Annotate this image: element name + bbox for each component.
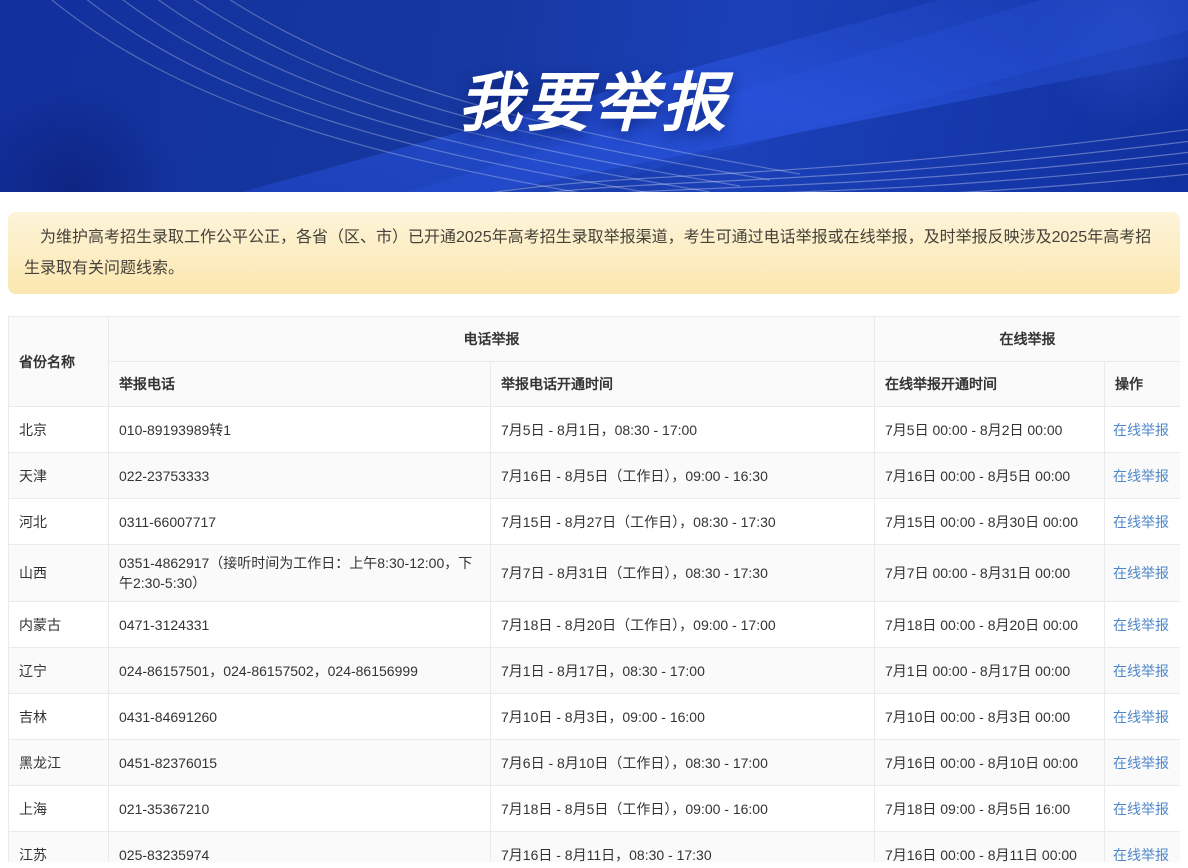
online-report-link[interactable]: 在线举报: [1113, 617, 1169, 633]
province-cell: 上海: [9, 786, 109, 832]
table-row: 吉林 0431-84691260 7月10日 - 8月3日，09:00 - 16…: [9, 694, 1181, 740]
online-time-cell: 7月1日 00:00 - 8月17日 00:00: [875, 648, 1105, 694]
province-cell: 河北: [9, 499, 109, 545]
phone-time-cell: 7月16日 - 8月5日（工作日），09:00 - 16:30: [491, 453, 875, 499]
phone-time-cell: 7月18日 - 8月20日（工作日），09:00 - 17:00: [491, 602, 875, 648]
phone-time-cell: 7月1日 - 8月17日，08:30 - 17:00: [491, 648, 875, 694]
header-group-row: 省份名称 电话举报 在线举报: [9, 317, 1181, 362]
online-report-link[interactable]: 在线举报: [1113, 422, 1169, 438]
phone-cell: 022-23753333: [109, 453, 491, 499]
table-row: 内蒙古 0471-3124331 7月18日 - 8月20日（工作日），09:0…: [9, 602, 1181, 648]
notice-text: 为维护高考招生录取工作公平公正，各省（区、市）已开通2025年高考招生录取举报渠…: [24, 222, 1164, 284]
header-province: 省份名称: [9, 317, 109, 407]
province-cell: 黑龙江: [9, 740, 109, 786]
header-action: 操作: [1105, 362, 1181, 407]
phone-time-cell: 7月5日 - 8月1日，08:30 - 17:00: [491, 407, 875, 453]
online-time-cell: 7月16日 00:00 - 8月11日 00:00: [875, 832, 1105, 863]
online-time-cell: 7月10日 00:00 - 8月3日 00:00: [875, 694, 1105, 740]
banner: 我要举报: [0, 0, 1188, 192]
online-time-cell: 7月15日 00:00 - 8月30日 00:00: [875, 499, 1105, 545]
phone-cell: 021-35367210: [109, 786, 491, 832]
province-cell: 内蒙古: [9, 602, 109, 648]
phone-cell: 0451-82376015: [109, 740, 491, 786]
phone-time-cell: 7月7日 - 8月31日（工作日），08:30 - 17:30: [491, 545, 875, 602]
online-report-link[interactable]: 在线举报: [1113, 801, 1169, 817]
table-row: 上海 021-35367210 7月18日 - 8月5日（工作日），09:00 …: [9, 786, 1181, 832]
online-time-cell: 7月18日 09:00 - 8月5日 16:00: [875, 786, 1105, 832]
phone-time-cell: 7月6日 - 8月10日（工作日），08:30 - 17:00: [491, 740, 875, 786]
table-row: 北京 010-89193989转1 7月5日 - 8月1日，08:30 - 17…: [9, 407, 1181, 453]
header-phone-group: 电话举报: [109, 317, 875, 362]
report-table: 省份名称 电话举报 在线举报 举报电话 举报电话开通时间 在线举报开通时间 操作…: [8, 316, 1180, 862]
phone-cell: 025-83235974: [109, 832, 491, 863]
province-cell: 北京: [9, 407, 109, 453]
header-phone: 举报电话: [109, 362, 491, 407]
phone-time-cell: 7月16日 - 8月11日，08:30 - 17:30: [491, 832, 875, 863]
table-row: 辽宁 024-86157501，024-86157502，024-8615699…: [9, 648, 1181, 694]
online-time-cell: 7月5日 00:00 - 8月2日 00:00: [875, 407, 1105, 453]
online-report-link[interactable]: 在线举报: [1113, 847, 1169, 863]
online-time-cell: 7月18日 00:00 - 8月20日 00:00: [875, 602, 1105, 648]
province-cell: 江苏: [9, 832, 109, 863]
header-sub-row: 举报电话 举报电话开通时间 在线举报开通时间 操作: [9, 362, 1181, 407]
page-title: 我要举报: [0, 52, 1188, 144]
province-cell: 吉林: [9, 694, 109, 740]
header-online-group: 在线举报: [875, 317, 1181, 362]
phone-cell: 0471-3124331: [109, 602, 491, 648]
table-row: 天津 022-23753333 7月16日 - 8月5日（工作日），09:00 …: [9, 453, 1181, 499]
table-row: 黑龙江 0451-82376015 7月6日 - 8月10日（工作日），08:3…: [9, 740, 1181, 786]
online-report-link[interactable]: 在线举报: [1113, 565, 1169, 581]
phone-time-cell: 7月18日 - 8月5日（工作日），09:00 - 16:00: [491, 786, 875, 832]
online-report-link[interactable]: 在线举报: [1113, 755, 1169, 771]
table-row: 江苏 025-83235974 7月16日 - 8月11日，08:30 - 17…: [9, 832, 1181, 863]
table-row: 山西 0351-4862917（接听时间为工作日：上午8:30-12:00，下午…: [9, 545, 1181, 602]
header-online-time: 在线举报开通时间: [875, 362, 1105, 407]
online-time-cell: 7月7日 00:00 - 8月31日 00:00: [875, 545, 1105, 602]
phone-cell: 0351-4862917（接听时间为工作日：上午8:30-12:00，下午2:3…: [109, 545, 491, 602]
phone-time-cell: 7月15日 - 8月27日（工作日），08:30 - 17:30: [491, 499, 875, 545]
online-time-cell: 7月16日 00:00 - 8月10日 00:00: [875, 740, 1105, 786]
phone-cell: 0311-66007717: [109, 499, 491, 545]
online-report-link[interactable]: 在线举报: [1113, 709, 1169, 725]
notice-box: 为维护高考招生录取工作公平公正，各省（区、市）已开通2025年高考招生录取举报渠…: [8, 212, 1180, 294]
province-cell: 天津: [9, 453, 109, 499]
phone-time-cell: 7月10日 - 8月3日，09:00 - 16:00: [491, 694, 875, 740]
table-body: 北京 010-89193989转1 7月5日 - 8月1日，08:30 - 17…: [9, 407, 1181, 863]
province-cell: 辽宁: [9, 648, 109, 694]
header-phone-time: 举报电话开通时间: [491, 362, 875, 407]
table-header: 省份名称 电话举报 在线举报 举报电话 举报电话开通时间 在线举报开通时间 操作: [9, 317, 1181, 407]
online-report-link[interactable]: 在线举报: [1113, 468, 1169, 484]
report-table-wrap: 省份名称 电话举报 在线举报 举报电话 举报电话开通时间 在线举报开通时间 操作…: [8, 316, 1180, 862]
phone-cell: 024-86157501，024-86157502，024-86156999: [109, 648, 491, 694]
province-cell: 山西: [9, 545, 109, 602]
phone-cell: 010-89193989转1: [109, 407, 491, 453]
online-report-link[interactable]: 在线举报: [1113, 663, 1169, 679]
online-time-cell: 7月16日 00:00 - 8月5日 00:00: [875, 453, 1105, 499]
phone-cell: 0431-84691260: [109, 694, 491, 740]
online-report-link[interactable]: 在线举报: [1113, 514, 1169, 530]
table-row: 河北 0311-66007717 7月15日 - 8月27日（工作日），08:3…: [9, 499, 1181, 545]
